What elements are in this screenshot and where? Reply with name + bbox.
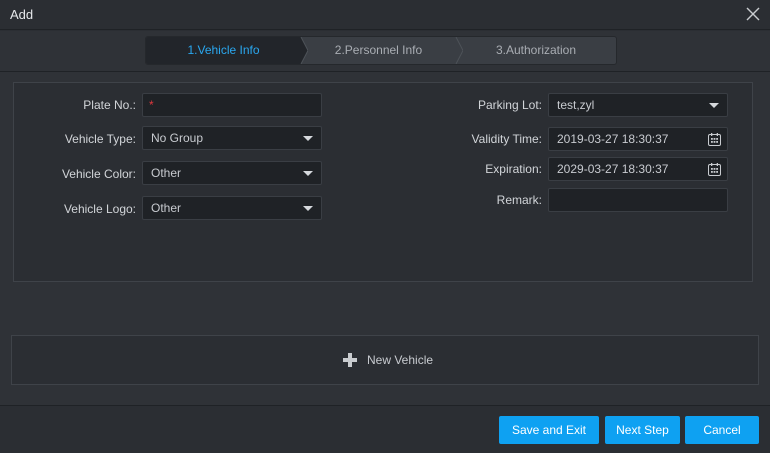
dropdown-arrow-icon [303,171,313,176]
expiration-value: 2029-03-27 18:30:37 [557,162,669,176]
plate-no-input[interactable]: * [142,93,322,117]
cancel-button[interactable]: Cancel [685,416,759,444]
parking-lot-value: test,zyl [557,98,595,112]
calendar-icon[interactable] [708,133,721,146]
vehicle-color-label: Vehicle Color: [61,167,136,181]
vehicle-logo-value: Other [151,201,182,215]
step-separator-icon [296,37,308,64]
step-authorization[interactable]: 3.Authorization [456,37,616,64]
dropdown-arrow-icon [303,136,313,141]
expiration-label: Expiration: [485,162,542,176]
calendar-icon[interactable] [708,163,721,176]
remark-label: Remark: [496,193,542,207]
plate-no-label: Plate No.: [83,98,136,112]
new-vehicle-button[interactable]: New Vehicle [11,335,759,385]
vehicle-color-value: Other [151,166,182,180]
save-and-exit-button[interactable]: Save and Exit [499,416,599,444]
vehicle-type-value: No Group [151,131,204,145]
new-vehicle-label: New Vehicle [367,353,434,367]
step-vehicle-info[interactable]: 1.Vehicle Info [146,37,301,64]
step-separator-icon [455,37,463,64]
dialog-title: Add [10,7,34,22]
step-personnel-info[interactable]: 2.Personnel Info [301,37,456,64]
required-marker: * [149,98,154,112]
vehicle-logo-select[interactable]: Other [142,196,322,220]
next-step-button[interactable]: Next Step [605,416,680,444]
validity-time-label: Validity Time: [471,132,542,146]
close-icon[interactable] [744,5,762,23]
remark-input[interactable] [548,188,728,212]
step-indicator: 1.Vehicle Info 2.Personnel Info 3.Author… [145,36,617,65]
parking-lot-select[interactable]: test,zyl [548,93,728,117]
dropdown-arrow-icon [709,103,719,108]
validity-time-input[interactable]: 2019-03-27 18:30:37 [548,127,728,151]
dropdown-arrow-icon [303,206,313,211]
parking-lot-label: Parking Lot: [477,98,542,112]
vehicle-color-select[interactable]: Other [142,161,322,185]
plus-icon [343,353,357,367]
expiration-input[interactable]: 2029-03-27 18:30:37 [548,157,728,181]
vehicle-logo-label: Vehicle Logo: [63,202,136,216]
vehicle-type-label: Vehicle Type: [64,132,136,146]
dialog-titlebar: Add [0,0,770,30]
validity-time-value: 2019-03-27 18:30:37 [557,132,669,146]
vehicle-type-select[interactable]: No Group [142,126,322,150]
